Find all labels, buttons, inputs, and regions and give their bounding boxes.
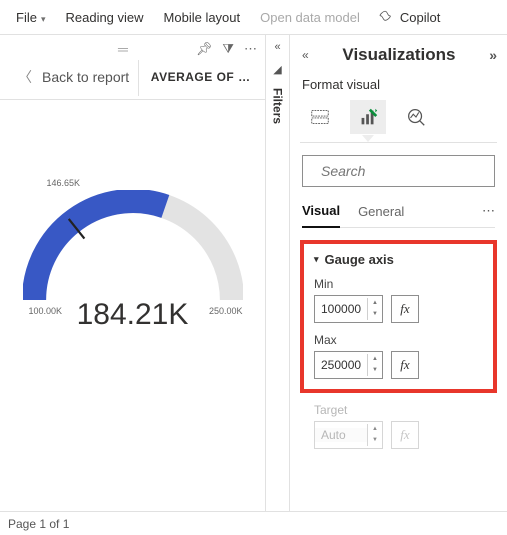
report-canvas: ═ 📌︎ ⧩ ⋯ 〈 Back to report AVERAGE OF … 1…: [0, 35, 266, 511]
analytics-icon: [405, 106, 427, 128]
max-step-up[interactable]: ▲: [368, 354, 382, 365]
max-step-down[interactable]: ▼: [368, 365, 382, 376]
section-title: Gauge axis: [325, 252, 394, 267]
gauge-needle-label: 146.65K: [47, 178, 81, 188]
visual-header: ═ 📌︎ ⧩ ⋯: [0, 35, 265, 57]
grid-icon: [309, 106, 331, 128]
status-bar: Page 1 of 1: [0, 511, 507, 535]
tab-build-visual[interactable]: [302, 100, 338, 134]
chevron-left-icon: 〈: [18, 67, 32, 87]
format-mode-tabs: [300, 98, 497, 143]
menu-copilot[interactable]: Copilot: [370, 3, 448, 31]
back-to-report[interactable]: 〈 Back to report: [0, 57, 138, 99]
back-label: Back to report: [42, 69, 129, 85]
min-input[interactable]: [315, 302, 367, 316]
tab-analytics[interactable]: [398, 100, 434, 134]
gauge-axis-section: ▾ Gauge axis Min ▲▼ fx Max: [300, 240, 497, 393]
format-icon: [357, 106, 379, 128]
tab-format-visual[interactable]: [350, 100, 386, 134]
subtab-visual[interactable]: Visual: [302, 203, 340, 228]
format-subtabs: Visual General ⋯: [302, 203, 495, 228]
visual-title: AVERAGE OF …: [138, 60, 265, 96]
filter-icon[interactable]: ⧩: [222, 41, 234, 57]
target-step-down: ▼: [368, 435, 382, 446]
target-fx-button: fx: [391, 421, 419, 449]
menu-open-data-model: Open data model: [250, 4, 370, 31]
min-input-wrap: ▲▼: [314, 295, 383, 323]
filters-label: Filters: [271, 88, 285, 124]
copilot-icon: [378, 9, 394, 25]
chevron-down-icon: ▾: [41, 14, 46, 24]
max-label: Max: [314, 333, 483, 347]
collapse-pane-icon[interactable]: «: [302, 48, 309, 62]
gauge-max-label: 250.00K: [209, 306, 243, 316]
page-indicator: Page 1 of 1: [8, 517, 69, 531]
target-step-up: ▲: [368, 424, 382, 435]
chevron-left-icon: «: [274, 41, 280, 53]
pane-subtitle: Format visual: [302, 77, 497, 92]
min-fx-button[interactable]: fx: [391, 295, 419, 323]
expand-pane-icon[interactable]: »: [489, 47, 497, 63]
menu-reading-view[interactable]: Reading view: [55, 4, 153, 31]
min-label: Min: [314, 277, 483, 291]
chevron-down-icon: ▾: [314, 254, 319, 265]
gauge-arc: [23, 190, 243, 311]
subtab-general[interactable]: General: [358, 204, 404, 227]
gauge-visual[interactable]: 146.65K 100.00K 250.00K 184.21K: [0, 100, 265, 511]
target-input-wrap: ▲▼: [314, 421, 383, 449]
pin-icon[interactable]: 📌︎: [196, 41, 213, 57]
menu-file[interactable]: File▾: [6, 4, 55, 31]
filter-icon: ◢: [273, 63, 281, 76]
target-label: Target: [314, 403, 487, 417]
format-search[interactable]: [302, 155, 495, 187]
section-header-gauge-axis[interactable]: ▾ Gauge axis: [314, 252, 483, 267]
search-input[interactable]: [319, 162, 505, 180]
target-input: [315, 428, 367, 442]
filters-pane-collapsed[interactable]: « ◢ Filters: [266, 35, 290, 511]
menu-mobile-layout[interactable]: Mobile layout: [154, 4, 251, 31]
min-step-up[interactable]: ▲: [368, 298, 382, 309]
subtab-more-icon[interactable]: ⋯: [482, 203, 495, 227]
max-input[interactable]: [315, 358, 367, 372]
max-fx-button[interactable]: fx: [391, 351, 419, 379]
min-step-down[interactable]: ▼: [368, 309, 382, 320]
drag-handle-icon[interactable]: ═: [118, 41, 130, 57]
pane-title: Visualizations: [342, 45, 455, 65]
visualizations-pane: « Visualizations » Format visual Visual …: [290, 35, 507, 511]
gauge-min-label: 100.00K: [29, 306, 63, 316]
top-menu: File▾ Reading view Mobile layout Open da…: [0, 0, 507, 34]
max-input-wrap: ▲▼: [314, 351, 383, 379]
more-icon[interactable]: ⋯: [244, 41, 257, 57]
